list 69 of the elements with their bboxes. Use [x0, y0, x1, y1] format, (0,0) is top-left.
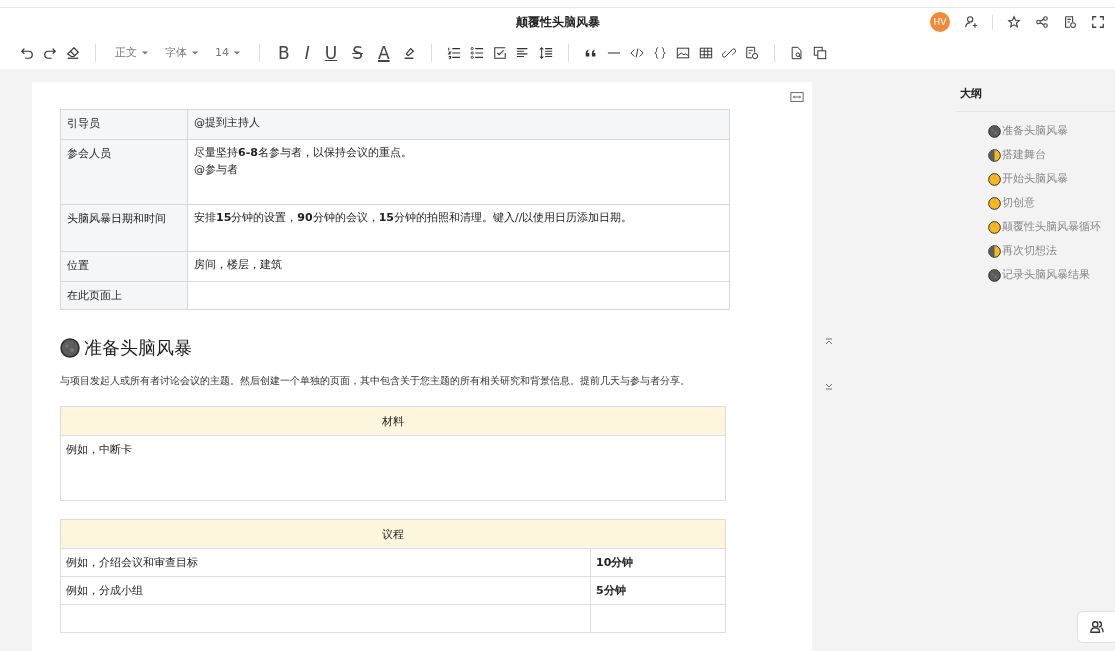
moon-icon	[988, 124, 1001, 138]
moon-icon	[988, 220, 1001, 234]
italic-button[interactable]: I	[301, 42, 313, 63]
moon-icon	[988, 148, 1001, 162]
table-header-cell: 材料	[60, 406, 726, 436]
share-icon[interactable]	[1035, 15, 1049, 30]
outline-item[interactable]: 准备头脑风暴	[1002, 124, 1068, 138]
document-icon[interactable]	[744, 45, 759, 60]
color-button[interactable]: A	[374, 42, 393, 63]
bullet-list-icon[interactable]	[469, 45, 484, 60]
eraser-icon[interactable]	[66, 45, 80, 60]
table-cell: 引导员	[60, 109, 188, 140]
underline-button[interactable]: U	[321, 42, 341, 63]
collaborators-button[interactable]	[1077, 611, 1115, 643]
numbered-list-icon[interactable]	[446, 45, 461, 60]
caret-icon	[142, 49, 148, 56]
checklist-icon[interactable]	[492, 45, 507, 60]
user-avatar[interactable]: HV	[930, 12, 950, 33]
table-cell-text: 房间，楼层，建筑	[194, 257, 283, 273]
table-cell: 例如，中断卡	[60, 435, 726, 501]
outline-item[interactable]: 再次切想法	[1002, 244, 1057, 258]
line-height-icon[interactable]	[538, 45, 553, 60]
fullscreen-icon[interactable]	[1091, 15, 1105, 30]
font-dropdown[interactable]: 字体	[161, 45, 202, 61]
table-header-cell: 议程	[60, 519, 726, 549]
outline-item[interactable]: 开始头脑风暴	[1002, 172, 1068, 186]
outline-item[interactable]: 颠覆性头脑风暴循环	[1002, 220, 1101, 234]
copy-document-icon[interactable]	[812, 45, 827, 60]
table-cell-text: 尽量坚持6-8名参与者，以保持会议的重点。	[194, 145, 413, 161]
font-size-dropdown[interactable]: 14	[211, 46, 244, 60]
add-user-icon[interactable]	[964, 15, 978, 30]
moon-icon	[60, 338, 80, 358]
paragraph: 与项目发起人或所有者讨论会议的主题。然后创建一个单独的页面，其中包含关于您主题的所有相关研究和背景信息。提前几天与参与者分享。	[60, 374, 691, 388]
image-icon[interactable]	[675, 45, 690, 60]
document-title: 颠覆性头脑风暴	[515, 13, 600, 31]
moon-icon	[988, 268, 1001, 282]
moon-icon	[988, 196, 1001, 210]
star-icon[interactable]	[1007, 15, 1021, 30]
outline-item[interactable]: 切创意	[1002, 196, 1035, 210]
style-dropdown[interactable]: 正文	[111, 45, 152, 61]
bold-button[interactable]: B	[275, 42, 293, 63]
align-icon[interactable]	[515, 45, 530, 60]
expand-width-icon[interactable]	[790, 90, 804, 104]
table-cell: 参会人员	[60, 139, 188, 205]
table-cell: 例如，分成小组	[60, 576, 591, 605]
table-cell-text: @参与者	[194, 162, 239, 178]
table-cell: 例如，介绍会议和审查目标	[60, 548, 591, 577]
preview-icon[interactable]	[789, 45, 804, 60]
caret-icon	[234, 49, 240, 56]
outline-item[interactable]: 搭建舞台	[1002, 148, 1046, 162]
table-cell: 位置	[60, 251, 188, 282]
table-cell-text: @提到主持人	[194, 115, 261, 131]
outline-item[interactable]: 记录头脑风暴结果	[1002, 268, 1090, 282]
moon-icon	[988, 244, 1001, 258]
table-cell-text: 安排15分钟的设置，90分钟的会议，15分钟的拍照和清理。键入//以使用日历添加日期。	[194, 210, 634, 226]
table-cell: 10分钟	[590, 548, 726, 577]
document-icon[interactable]	[1063, 15, 1077, 30]
table-icon[interactable]	[698, 45, 713, 60]
section-heading: 准备头脑风暴	[84, 336, 192, 360]
moon-icon	[988, 172, 1001, 186]
table-cell: 头脑风暴日期和时间	[60, 204, 188, 252]
people-icon	[1090, 620, 1104, 634]
outline-title: 大纲	[956, 82, 1115, 112]
caret-icon	[192, 49, 198, 56]
table-cell: 5分钟	[590, 576, 726, 605]
link-icon[interactable]	[721, 45, 736, 60]
table-cell: 在此页面上	[60, 281, 188, 310]
braces-icon[interactable]	[652, 45, 667, 60]
strike-button[interactable]: S	[349, 42, 366, 63]
